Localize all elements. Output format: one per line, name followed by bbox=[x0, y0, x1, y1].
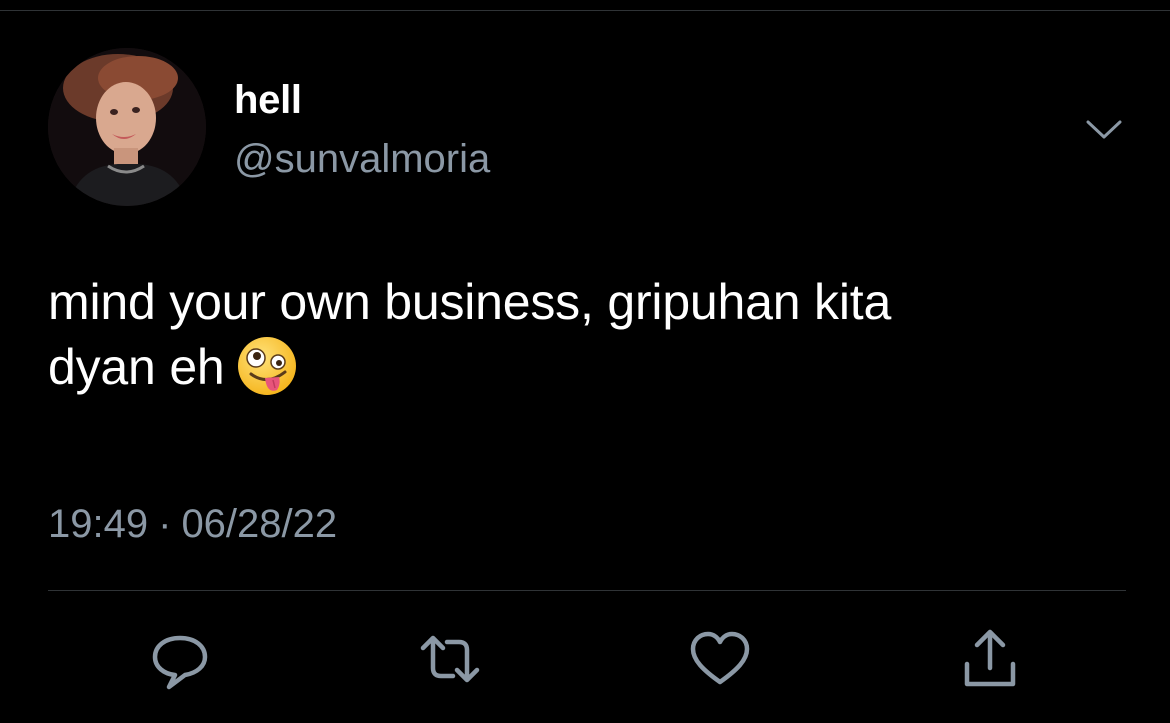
display-name[interactable]: hell bbox=[234, 78, 302, 123]
share-icon bbox=[964, 629, 1016, 687]
avatar-photo bbox=[48, 48, 206, 206]
tweet-header: hell @sunvalmoria bbox=[48, 48, 1128, 208]
user-handle[interactable]: @sunvalmoria bbox=[234, 137, 490, 182]
tweet-text: mind your own business, gripuhan kita dy… bbox=[48, 270, 1138, 399]
share-button[interactable] bbox=[955, 624, 1025, 694]
reply-button[interactable] bbox=[145, 624, 215, 694]
meta-separator: · bbox=[158, 502, 172, 546]
actions-divider bbox=[48, 590, 1126, 591]
retweet-button[interactable] bbox=[415, 624, 485, 694]
zany-face-emoji bbox=[237, 337, 296, 395]
action-bar bbox=[0, 620, 1170, 700]
heart-icon bbox=[690, 631, 750, 685]
top-divider bbox=[0, 10, 1170, 11]
tweet-date[interactable]: 06/28/22 bbox=[181, 502, 337, 546]
like-button[interactable] bbox=[685, 624, 755, 694]
tweet-time[interactable]: 19:49 bbox=[48, 502, 148, 546]
speech-bubble-icon bbox=[152, 635, 208, 690]
chevron-down-icon[interactable] bbox=[1082, 110, 1126, 150]
avatar[interactable] bbox=[48, 48, 206, 206]
tweet-text-line2: dyan eh bbox=[48, 339, 225, 395]
retweet-icon bbox=[420, 635, 480, 683]
tweet-text-line1: mind your own business, gripuhan kita bbox=[48, 274, 892, 330]
tweet-meta: 19:49 · 06/28/22 bbox=[48, 502, 337, 547]
